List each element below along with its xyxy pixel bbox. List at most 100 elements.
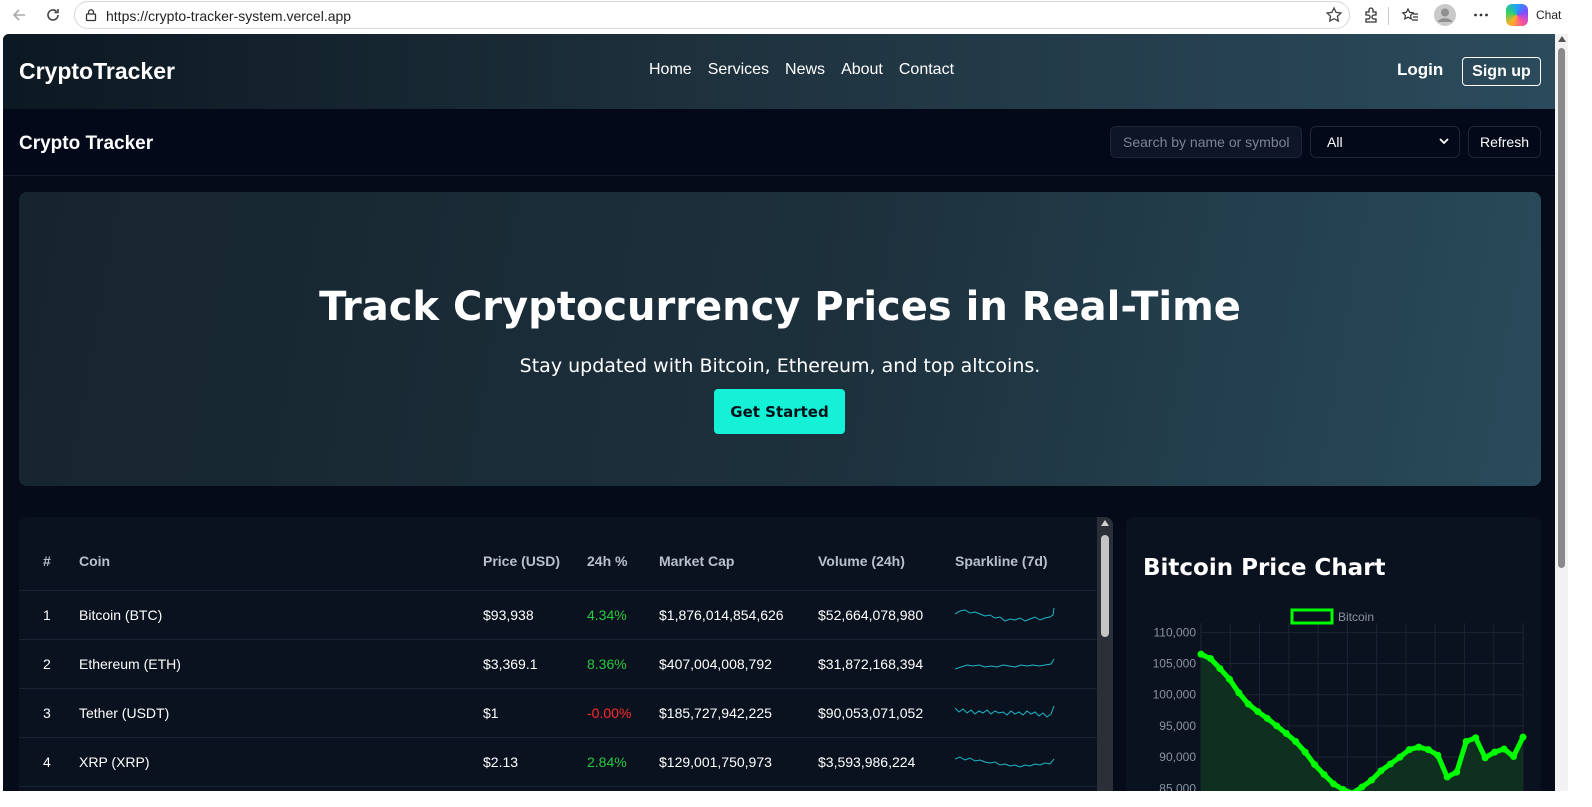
address-bar[interactable]: https://crypto-tracker-system.vercel.app	[74, 1, 1350, 29]
legend-swatch-bitcoin[interactable]	[1290, 608, 1334, 625]
col-coin-header[interactable]: Coin	[79, 517, 483, 591]
market-cap-cell: $407,004,008,792	[659, 639, 818, 689]
col-sparkline-header: Sparkline (7d)	[955, 517, 1099, 591]
col-market-cap-header[interactable]: Market Cap	[659, 517, 818, 591]
data-point-bitcoin	[1244, 700, 1252, 708]
table-row[interactable]: 4 XRP (XRP) $2.13 2.84% $129,001,750,973…	[19, 737, 1099, 787]
volume-cell: $90,053,071,052	[818, 688, 955, 738]
sparkline-cell	[955, 639, 1099, 689]
data-point-bitcoin	[1481, 754, 1489, 762]
hero-banner: Track Cryptocurrency Prices in Real-Time…	[19, 192, 1541, 486]
price-cell: $93,938	[483, 590, 587, 640]
nav-home[interactable]: Home	[649, 61, 692, 79]
toolbar-title: Crypto Tracker	[19, 133, 154, 154]
col-change-header[interactable]: 24h %	[587, 517, 659, 591]
data-point-bitcoin	[1396, 753, 1404, 761]
bitcoin-chart-panel: Bitcoin Price Chart 85,000 90,000 95,000 10…	[1126, 517, 1541, 791]
sparkline-cell	[955, 737, 1099, 787]
extensions-icon[interactable]	[1360, 4, 1382, 26]
coin-name-cell[interactable]: Ethereum (ETH)	[79, 639, 483, 689]
data-point-bitcoin	[1510, 752, 1518, 760]
table-row[interactable]: 3 Tether (USDT) $1 -0.00% $185,727,942,2…	[19, 688, 1099, 738]
price-cell: $2.13	[483, 737, 587, 787]
table-scrollbar[interactable]	[1097, 517, 1113, 791]
nav-services[interactable]: Services	[708, 61, 769, 79]
market-cap-cell: $1,876,014,854,626	[659, 590, 818, 640]
coin-table: # Coin Price (USD) 24h % Market Cap Volu…	[19, 517, 1099, 791]
nav-news[interactable]: News	[785, 61, 825, 79]
coin-name-cell[interactable]: Bitcoin (BTC)	[79, 590, 483, 640]
url-text[interactable]: https://crypto-tracker-system.vercel.app	[106, 8, 351, 24]
refresh-button[interactable]: Refresh	[1468, 126, 1541, 158]
volume-cell: $3,593,986,224	[818, 737, 955, 787]
data-point-bitcoin	[1330, 780, 1338, 788]
table-row[interactable]: 2 Ethereum (ETH) $3,369.1 8.36% $407,004…	[19, 639, 1099, 689]
copilot-chat-button[interactable]: Chat	[1506, 2, 1592, 28]
category-select[interactable]: All	[1310, 126, 1460, 158]
data-point-bitcoin	[1367, 776, 1375, 784]
data-point-bitcoin	[1424, 746, 1432, 754]
data-point-bitcoin	[1434, 751, 1442, 759]
change-cell: 2.84%	[587, 737, 659, 787]
data-point-bitcoin	[1301, 748, 1309, 756]
table-row[interactable]: 1 Bitcoin (BTC) $93,938 4.34% $1,876,014…	[19, 590, 1099, 640]
change-cell: 4.34%	[587, 590, 659, 640]
rank-cell: 1	[19, 590, 79, 640]
favorite-star-icon[interactable]	[1325, 6, 1343, 29]
volume-cell: $52,664,078,980	[818, 590, 955, 640]
favorites-icon[interactable]	[1399, 4, 1421, 26]
coin-name-cell[interactable]: XRP (XRP)	[79, 737, 483, 787]
copilot-icon	[1506, 4, 1528, 26]
data-point-bitcoin	[1443, 773, 1451, 781]
price-area-fill	[1201, 654, 1523, 791]
sparkline-chart	[955, 607, 1055, 622]
lock-icon[interactable]	[84, 8, 98, 27]
chevron-down-icon	[1438, 135, 1450, 150]
scroll-up-arrow-icon[interactable]	[1101, 520, 1109, 526]
data-point-bitcoin	[1358, 783, 1366, 791]
sparkline-cell	[955, 688, 1099, 738]
scroll-up-arrow-icon[interactable]	[1558, 36, 1566, 42]
sparkline-chart	[955, 658, 1055, 669]
market-cap-cell: $185,727,942,225	[659, 688, 818, 738]
y-tick-label: 100,000	[1153, 688, 1197, 702]
rank-cell: 3	[19, 688, 79, 738]
browser-toolbar: https://crypto-tracker-system.vercel.app…	[0, 0, 1592, 32]
chat-label: Chat	[1536, 8, 1562, 22]
sparkline-chart	[955, 755, 1055, 768]
main-nav: Home Services News About Contact	[649, 61, 954, 79]
y-tick-label: 85,000	[1159, 781, 1196, 791]
page-scrollbar[interactable]	[1555, 34, 1568, 791]
window-bottom-edge	[0, 791, 1592, 807]
data-point-bitcoin	[1311, 761, 1319, 769]
coin-name-cell[interactable]: Tether (USDT)	[79, 688, 483, 738]
signup-button[interactable]: Sign up	[1462, 57, 1541, 86]
col-rank-header[interactable]: #	[19, 517, 79, 591]
data-point-bitcoin	[1282, 729, 1290, 737]
bitcoin-price-chart: 85,00090,00095,000100,000105,000110,000 …	[1153, 608, 1527, 791]
login-link[interactable]: Login	[1397, 60, 1443, 80]
data-point-bitcoin	[1491, 748, 1499, 756]
change-cell: 8.36%	[587, 639, 659, 689]
get-started-button[interactable]: Get Started	[714, 389, 845, 434]
profile-avatar-icon[interactable]	[1434, 4, 1456, 26]
page-scroll-thumb[interactable]	[1558, 48, 1565, 568]
brand-logo[interactable]: CryptoTracker	[19, 58, 175, 85]
nav-contact[interactable]: Contact	[899, 61, 954, 79]
nav-about[interactable]: About	[841, 61, 883, 79]
more-menu-icon[interactable]	[1470, 4, 1492, 26]
tracker-toolbar: Crypto Tracker All Refresh	[3, 109, 1555, 176]
reload-icon[interactable]	[42, 4, 64, 26]
col-volume-header[interactable]: Volume (24h)	[818, 517, 955, 591]
data-point-bitcoin	[1453, 768, 1461, 776]
sparkline-chart	[955, 705, 1055, 718]
search-input[interactable]	[1110, 126, 1302, 158]
data-point-bitcoin	[1292, 738, 1300, 746]
data-point-bitcoin	[1235, 689, 1243, 697]
table-scroll-thumb[interactable]	[1101, 535, 1109, 637]
data-point-bitcoin	[1273, 722, 1281, 730]
data-point-bitcoin	[1415, 743, 1423, 751]
col-price-header[interactable]: Price (USD)	[483, 517, 587, 591]
back-arrow-icon[interactable]	[8, 4, 30, 26]
volume-cell: $31,872,168,394	[818, 639, 955, 689]
